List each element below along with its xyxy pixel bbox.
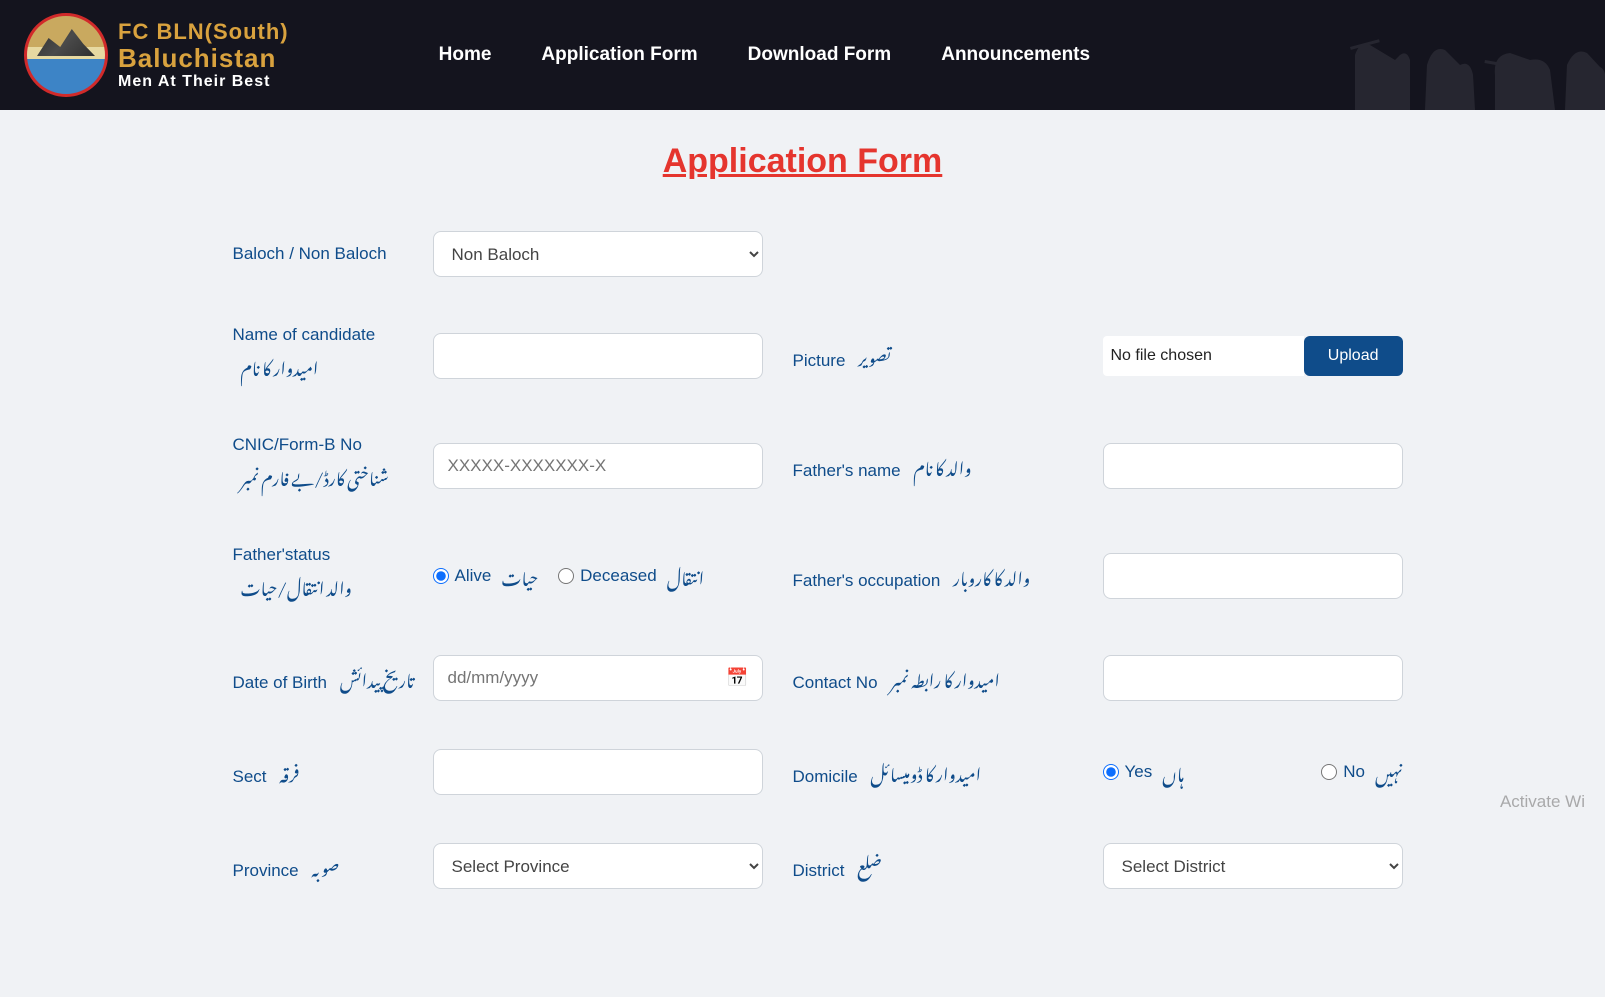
radio-alive-label[interactable]: Alive حیات — [433, 555, 539, 597]
file-chosen-text: No file chosen — [1103, 336, 1304, 376]
row-father-status-occupation: Father'status والد انتقال/حیات Alive حیا… — [93, 545, 1513, 607]
logo-line1: FC BLN(South) — [118, 20, 289, 44]
label-sect: Sect فرقہ — [93, 751, 433, 793]
soldiers-silhouette-icon — [1345, 5, 1605, 110]
nav-download-form[interactable]: Download Form — [748, 44, 892, 66]
activate-windows-watermark: Activate Wi — [1500, 792, 1585, 812]
logo-emblem — [24, 13, 108, 97]
label-father-status: Father'status والد انتقال/حیات — [93, 545, 433, 607]
label-father-occupation: Father's occupation والد کا کاروبار — [763, 555, 1103, 597]
radio-domicile-no[interactable] — [1321, 764, 1337, 780]
label-picture: Picture تصویر — [763, 335, 1103, 377]
logo-line3: Men At Their Best — [118, 73, 289, 91]
logo-line2: Baluchistan — [118, 44, 289, 73]
radio-domicile-yes[interactable] — [1103, 764, 1119, 780]
radio-domicile-no-label[interactable]: No نہیں — [1321, 751, 1402, 793]
input-dob[interactable] — [433, 655, 763, 701]
label-domicile: Domicile امیدوار کا ڈومیسائل — [763, 751, 1103, 793]
radio-deceased-label[interactable]: Deceased انتقال — [558, 555, 704, 597]
select-province[interactable]: Select Province — [433, 843, 763, 889]
label-baloch: Baloch / Non Baloch — [93, 244, 433, 264]
application-form: Baloch / Non Baloch Non Baloch Name of c… — [63, 231, 1543, 997]
label-contact: Contact No امیدوار کا رابطہ نمبر — [763, 657, 1103, 699]
input-cnic[interactable] — [433, 443, 763, 489]
label-province: Province صوبہ — [93, 845, 433, 887]
row-sect-domicile: Sect فرقہ Domicile امیدوار کا ڈومیسائل Y… — [93, 749, 1513, 795]
radio-alive[interactable] — [433, 568, 449, 584]
row-dob-contact: Date of Birth تاریخ پیدائش 📅 Contact No … — [93, 655, 1513, 701]
nav-application-form[interactable]: Application Form — [541, 44, 697, 66]
input-father-name[interactable] — [1103, 443, 1403, 489]
label-district: District ضلع — [763, 845, 1103, 887]
logo: FC BLN(South) Baluchistan Men At Their B… — [24, 13, 289, 97]
select-baloch[interactable]: Non Baloch — [433, 231, 763, 277]
input-father-occupation[interactable] — [1103, 553, 1403, 599]
nav-announcements[interactable]: Announcements — [941, 44, 1090, 66]
nav-home[interactable]: Home — [439, 44, 492, 66]
input-contact[interactable] — [1103, 655, 1403, 701]
logo-text: FC BLN(South) Baluchistan Men At Their B… — [118, 20, 289, 90]
label-father-name: Father's name والد کا نام — [763, 445, 1103, 487]
main-header: FC BLN(South) Baluchistan Men At Their B… — [0, 0, 1605, 110]
label-candidate-name: Name of candidate امیدوار کا نام — [93, 325, 433, 387]
radio-deceased[interactable] — [558, 568, 574, 584]
radio-domicile-yes-label[interactable]: Yes ہاں — [1103, 751, 1184, 793]
input-sect[interactable] — [433, 749, 763, 795]
label-dob: Date of Birth تاریخ پیدائش — [93, 657, 433, 699]
row-name-picture: Name of candidate امیدوار کا نام Picture… — [93, 325, 1513, 387]
label-cnic: CNIC/Form-B No شناختی کارڈ/بے فارم نمبر — [93, 435, 433, 497]
upload-button[interactable]: Upload — [1304, 336, 1403, 376]
row-cnic-father: CNIC/Form-B No شناختی کارڈ/بے فارم نمبر … — [93, 435, 1513, 497]
input-candidate-name[interactable] — [433, 333, 763, 379]
row-baloch: Baloch / Non Baloch Non Baloch — [93, 231, 1513, 277]
select-district[interactable]: Select District — [1103, 843, 1403, 889]
main-nav: Home Application Form Download Form Anno… — [439, 44, 1090, 66]
page-title: Application Form — [0, 142, 1605, 181]
calendar-icon[interactable]: 📅 — [726, 668, 748, 689]
row-province-district: Province صوبہ Select Province District ض… — [93, 843, 1513, 889]
